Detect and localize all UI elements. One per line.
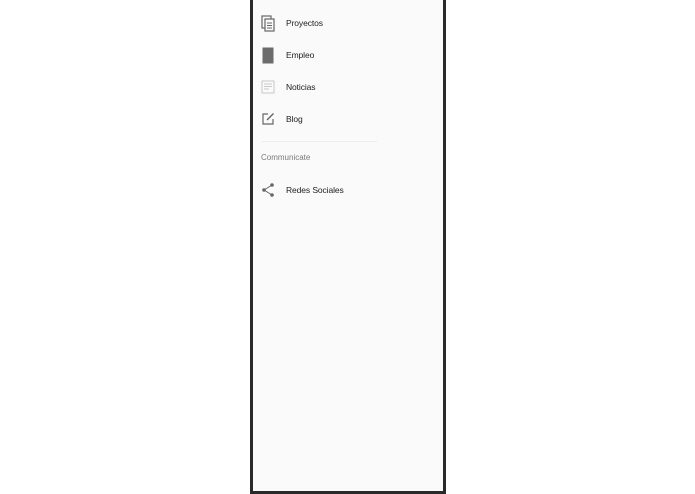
navigation-drawer: Proyectos Empleo Noticias Blog Communica… bbox=[250, 0, 446, 494]
newspaper-icon bbox=[260, 78, 276, 96]
share-icon bbox=[260, 181, 276, 199]
drawer-item-label: Proyectos bbox=[286, 18, 323, 28]
drawer-divider bbox=[262, 141, 377, 142]
drawer-item-redes-sociales[interactable]: Redes Sociales bbox=[253, 174, 443, 206]
document-stack-icon bbox=[260, 14, 276, 32]
edit-square-icon bbox=[260, 110, 276, 128]
drawer-item-label: Empleo bbox=[286, 50, 315, 60]
drawer-item-label: Noticias bbox=[286, 82, 316, 92]
drawer-item-proyectos[interactable]: Proyectos bbox=[253, 7, 443, 39]
drawer-item-noticias[interactable]: Noticias bbox=[253, 71, 443, 103]
drawer-item-label: Blog bbox=[286, 114, 303, 124]
drawer-item-label: Redes Sociales bbox=[286, 185, 344, 195]
drawer-item-blog[interactable]: Blog bbox=[253, 103, 443, 135]
briefcase-icon bbox=[260, 46, 276, 64]
section-header: Communicate bbox=[261, 153, 311, 162]
drawer-item-empleo[interactable]: Empleo bbox=[253, 39, 443, 71]
